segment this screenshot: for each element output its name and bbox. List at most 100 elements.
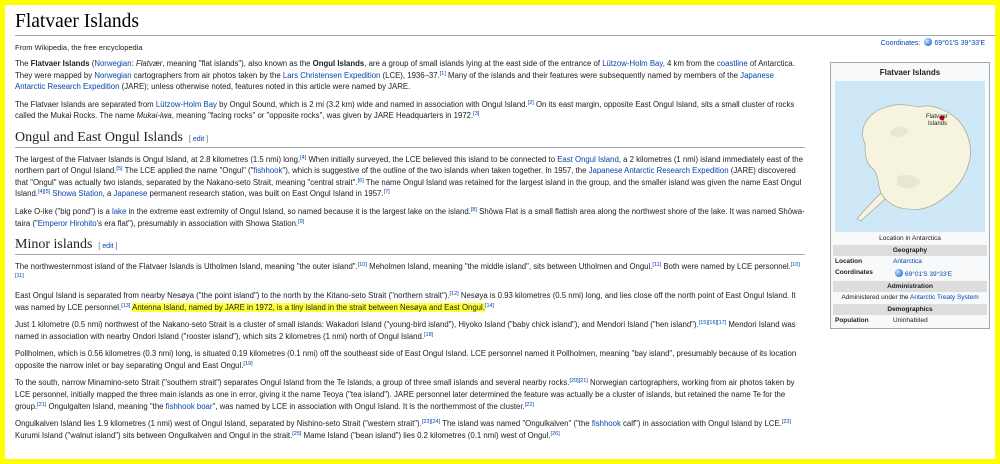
text-run: Kurumi Island ("walnut island") sits bet… <box>15 430 293 440</box>
administered-text: Administered under the <box>841 294 910 301</box>
highlighted-sentence: Antenna Island, named by JARE in 1972, i… <box>132 302 485 312</box>
wiki-link[interactable]: lake <box>112 207 126 216</box>
wiki-link[interactable]: coastline <box>717 59 748 68</box>
globe-icon[interactable] <box>924 38 933 46</box>
infobox-administration-head: Administration <box>833 281 987 292</box>
section-heading-ongul-text: Ongul and East Ongul Islands <box>15 129 183 145</box>
citation-ref[interactable]: [18] <box>424 332 433 338</box>
text-run: Pollholmen, which is 0.56 kilometres (0.… <box>15 349 797 370</box>
text-run: Meholmen Island, meaning "the middle isl… <box>366 261 653 271</box>
text-run: Lake O-ike ("big pond") is a <box>15 206 112 216</box>
citation-ref[interactable]: [21] <box>37 402 46 408</box>
text-run: , meaning "facing rocks" or "opposite ro… <box>171 111 474 121</box>
map-label-line-2: Islands <box>928 121 947 127</box>
citation-ref[interactable]: [4][5] <box>38 189 50 196</box>
citation-ref[interactable]: [9] <box>298 219 304 225</box>
intro-paragraph-2: The Flatvaer Islands are separated from … <box>15 99 805 122</box>
intro-paragraph-1: The Flatvaer Islands (Norwegian: Flatvær… <box>15 58 805 93</box>
text-run: The largest of the Flatvaer Islands is O… <box>15 154 301 164</box>
location-map[interactable]: Flatvaer Islands <box>835 81 985 232</box>
coordinates-key: Coordinates <box>835 269 873 276</box>
wiki-link[interactable]: Japanese Antarctic Research Expedition <box>589 166 729 175</box>
infobox-administered-row: Administered under the Antarctic Treaty … <box>833 292 987 303</box>
infobox: Flatvaer Islands Flatvaer Islands Locati… <box>830 62 990 329</box>
citation-ref[interactable]: [15][16][17] <box>699 320 727 326</box>
wiki-link[interactable]: Lützow-Holm Bay <box>156 100 217 109</box>
text-run: Ongulgalten Island, meaning "the <box>46 401 166 411</box>
citation-ref[interactable]: [20][21] <box>569 378 587 385</box>
text-run: The Flatvaer Islands are separated from <box>15 99 156 109</box>
text-run: Mame Island ("bean island") lies 0.2 kil… <box>301 430 551 440</box>
infobox-demographics-head: Demographics <box>833 304 987 315</box>
citation-ref[interactable]: [11] <box>652 262 661 268</box>
citation-ref[interactable]: [10] <box>358 262 367 268</box>
text-run: When initially surveyed, the LCE believe… <box>306 154 558 164</box>
map-caption: Location in Antarctica <box>879 235 941 242</box>
wiki-link[interactable]: Japanese <box>114 189 148 198</box>
text-run: Just 1 kilometre (0.5 nmi) northwest of … <box>15 320 699 330</box>
wiki-link[interactable]: Lützow-Holm Bay <box>602 59 663 68</box>
location-key: Location <box>835 258 863 265</box>
infobox-coordinates-row: Coordinates 69°01′S 39°33′E <box>833 267 987 280</box>
wiki-link[interactable]: fishhook <box>253 166 282 175</box>
minor-paragraph-5: To the south, narrow Minamino-seto Strai… <box>15 377 805 412</box>
infobox-title: Flatvaer Islands <box>879 68 941 77</box>
text-run: The <box>15 59 31 68</box>
antarctic-treaty-link[interactable]: Antarctic Treaty System <box>910 294 979 301</box>
italic-term: Mukai-iwa <box>136 111 172 121</box>
location-value: Antarctica <box>893 258 985 265</box>
bold-term: Flatvaer Islands <box>30 59 90 68</box>
text-run: "), which is suggestive of the outline o… <box>282 166 589 176</box>
wiki-link[interactable]: Lars Christensen Expedition <box>283 71 381 80</box>
map-label-line-1: Flatvaer <box>926 114 948 120</box>
minor-paragraph-3: Just 1 kilometre (0.5 nmi) northwest of … <box>15 319 805 342</box>
minor-paragraph-1: The northwesternmost island of the Flatv… <box>15 261 805 284</box>
text-run: , 4 km from the <box>662 59 717 68</box>
population-value: Uninhabited <box>893 317 928 324</box>
edit-link-ongul[interactable]: edit <box>193 136 204 143</box>
citation-ref[interactable]: [23][24] <box>422 419 440 426</box>
citation-ref[interactable]: [23] <box>782 419 791 426</box>
wiki-link[interactable]: fishhook boar <box>166 402 213 411</box>
edit-section-minor: [ edit ] <box>98 243 118 251</box>
text-run: (JARE); unless otherwise noted, features… <box>119 82 411 92</box>
bold-term: Ongul Islands <box>312 59 365 68</box>
citation-ref[interactable]: [12] <box>449 291 458 297</box>
top-coordinates: Coordinates: 69°01′S 39°33′E <box>881 38 985 47</box>
text-run: ", was named by LCE in association with … <box>212 401 525 411</box>
text-run: permanent research station, was built on… <box>147 189 384 199</box>
wiki-link[interactable]: fishhook <box>592 419 621 428</box>
citation-ref[interactable]: [19] <box>243 361 252 367</box>
text-run: 's era flat"), presumably in association… <box>96 218 299 228</box>
text-run: calf") in association with Ongul Island … <box>620 419 782 429</box>
minor-paragraph-6: Ongulkalven Island lies 1.9 kilometres (… <box>15 418 805 441</box>
text-run: cartographers from air photos taken by t… <box>131 70 283 80</box>
coordinates-link[interactable]: 69°01′S 39°33′E <box>934 40 985 47</box>
infobox-location-row: Location Antarctica <box>833 256 987 267</box>
wiki-link[interactable]: Norwegian <box>94 59 131 68</box>
location-link[interactable]: Antarctica <box>893 258 922 265</box>
wiki-link[interactable]: East Ongul Island <box>557 155 619 164</box>
infobox-population-row: Population Uninhabited <box>833 315 987 326</box>
text-run: , a <box>102 189 114 199</box>
citation-ref[interactable]: [13] <box>121 303 130 309</box>
coordinates-label: Coordinates: <box>880 40 921 47</box>
wiki-link[interactable]: Showa Station <box>52 189 102 198</box>
citation-ref[interactable]: [22] <box>525 402 534 408</box>
citation-ref[interactable]: [14] <box>485 303 494 309</box>
antarctica-map-svg: Flatvaer Islands <box>835 81 985 232</box>
edit-section-ongul: [ edit ] <box>188 135 209 143</box>
citation-ref[interactable]: [7] <box>384 189 390 196</box>
globe-icon[interactable] <box>895 269 903 277</box>
citation-ref[interactable]: [3] <box>473 111 479 118</box>
citation-ref[interactable]: [26] <box>551 431 560 437</box>
page-title: Flatvaer Islands <box>15 9 995 36</box>
wiki-link[interactable]: Norwegian <box>94 71 131 80</box>
page-frame: Flatvaer Islands From Wikipedia, the fre… <box>5 5 995 459</box>
wiki-link[interactable]: Emperor Hirohito <box>38 219 97 228</box>
edit-link-minor[interactable]: edit <box>102 243 113 250</box>
text-run: The LCE applied the name "Ongul" (" <box>122 166 254 176</box>
ongul-paragraph-1: The largest of the Flatvaer Islands is O… <box>15 154 805 200</box>
infobox-coordinates-link[interactable]: 69°01′S 39°33′E <box>905 271 952 278</box>
text-run: East Ongul Island is separated from near… <box>15 290 450 300</box>
